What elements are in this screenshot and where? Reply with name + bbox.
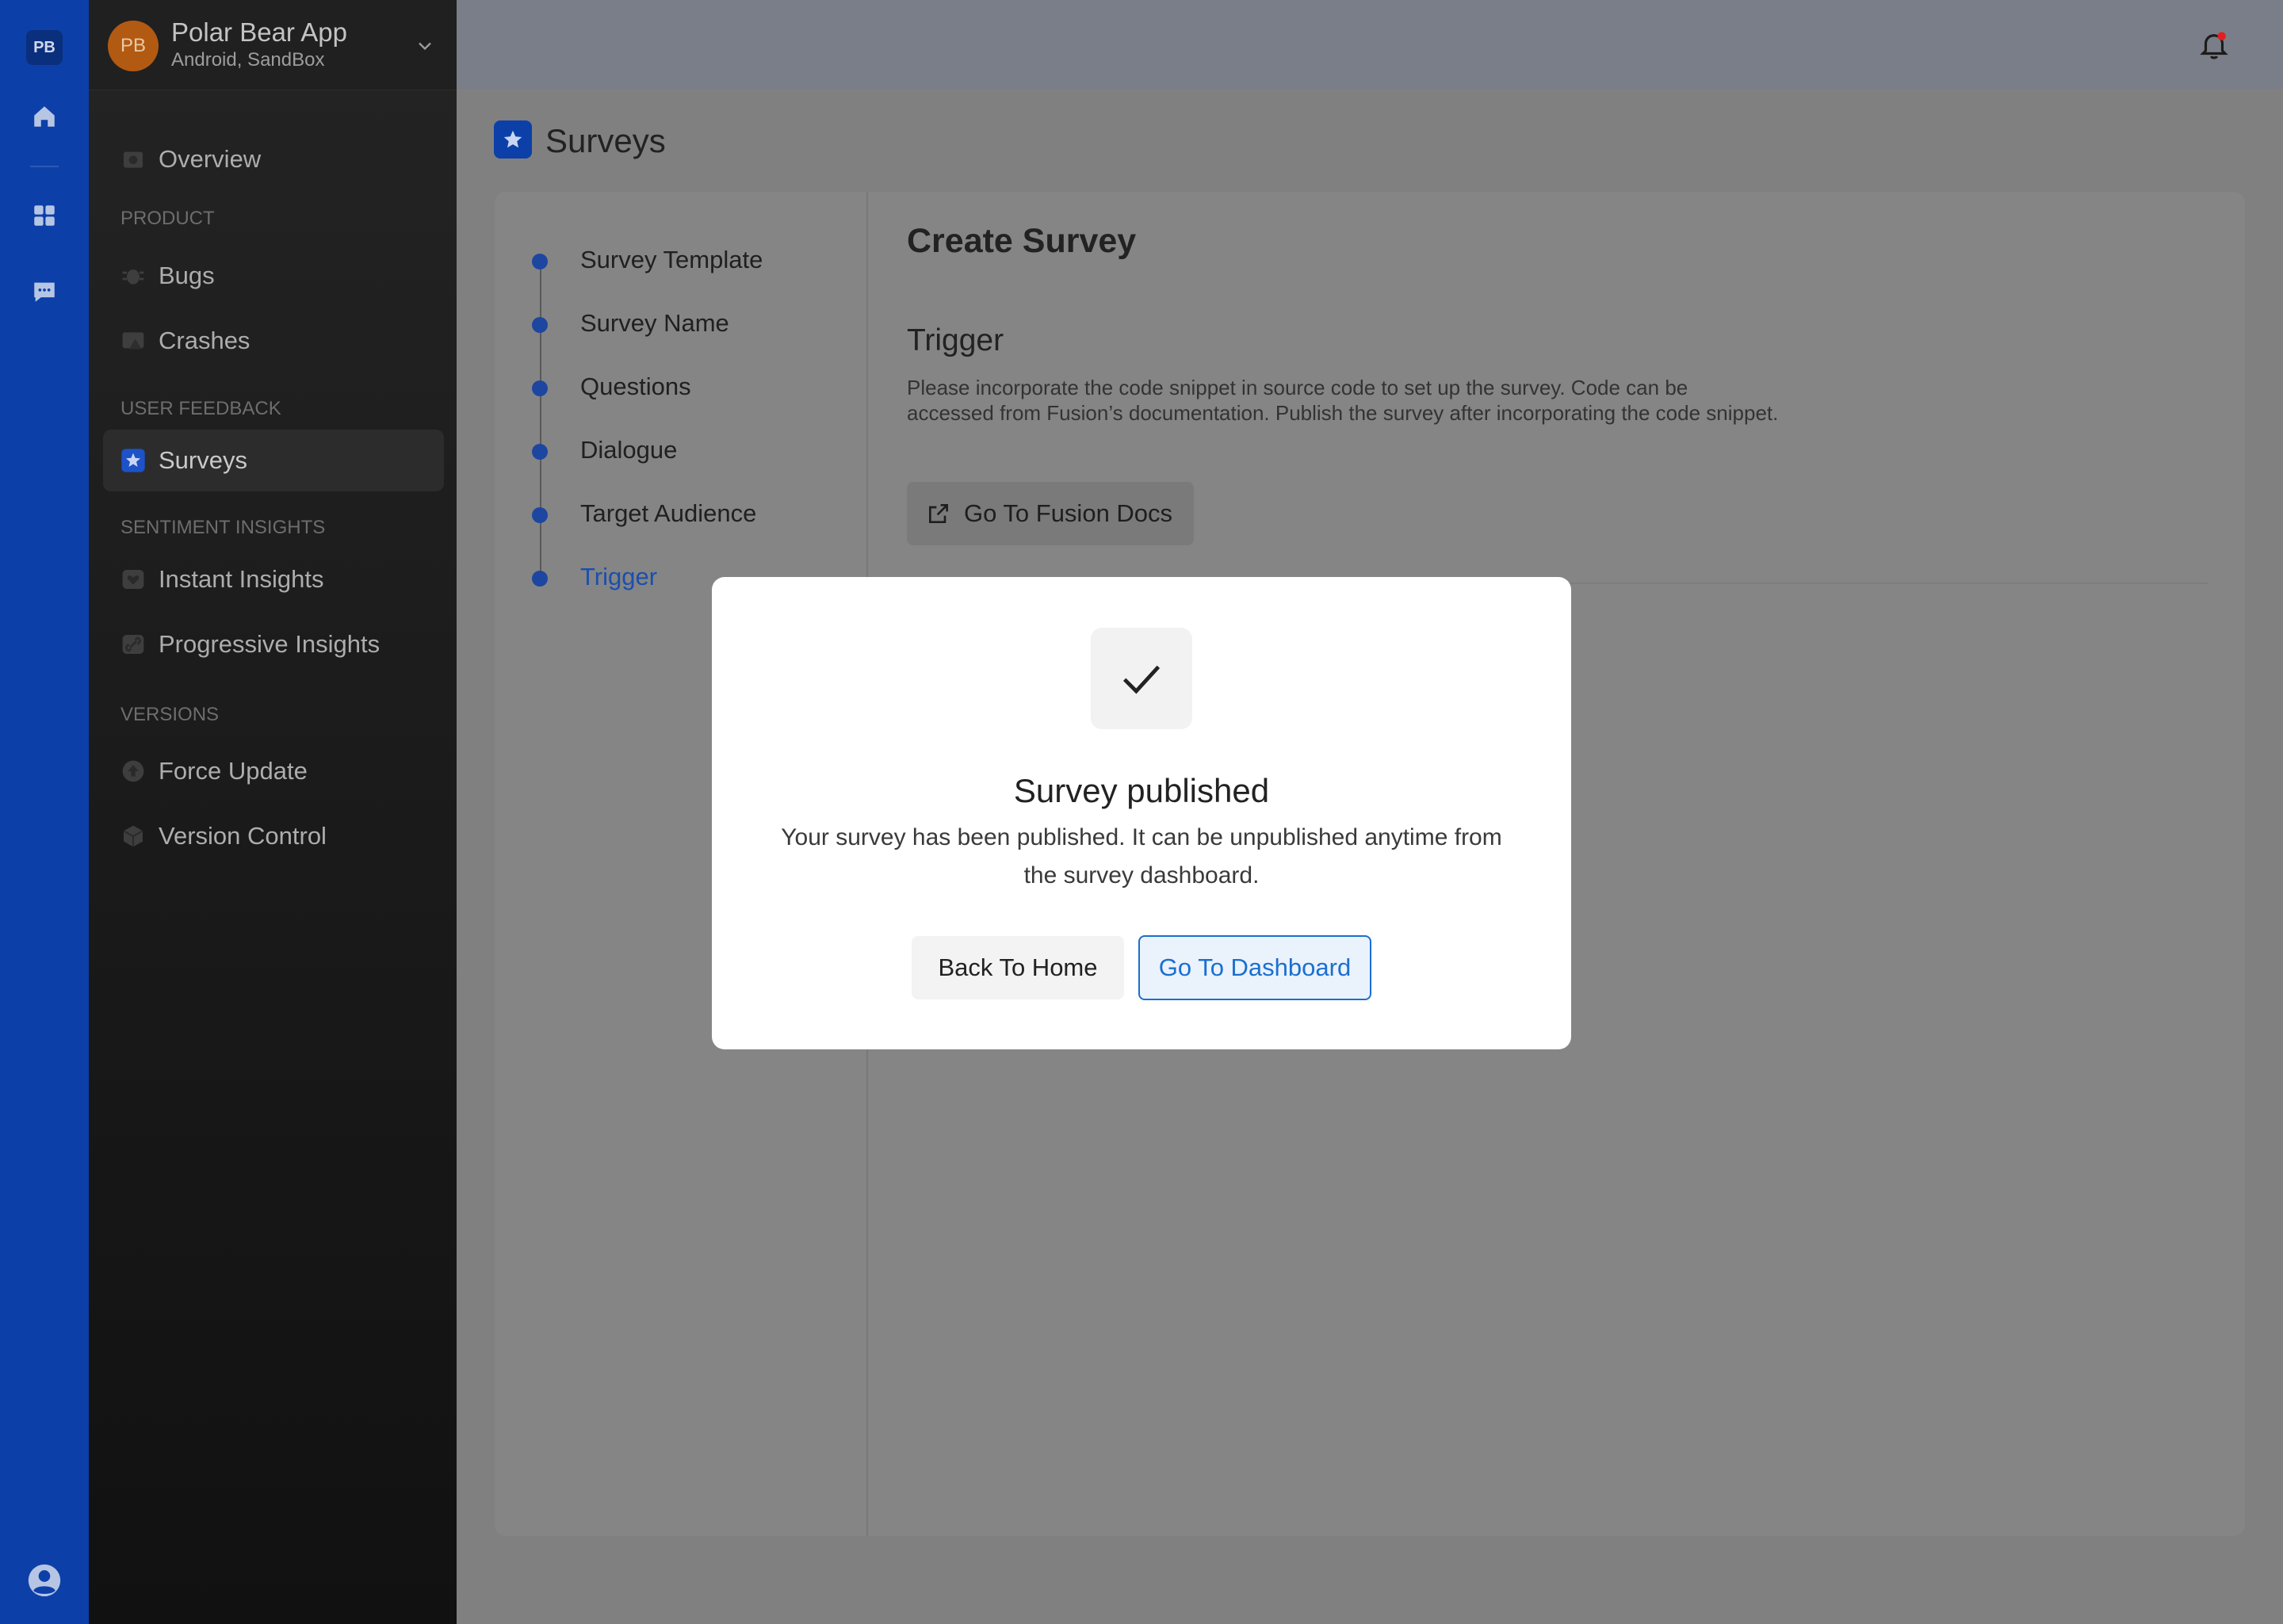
trigger-description: Please incorporate the code snippet in s… [907, 376, 1779, 425]
bug-icon [120, 263, 146, 288]
stepper-line [540, 262, 541, 579]
fusion-docs-button[interactable]: Go To Fusion Docs [907, 482, 1194, 545]
step-dot [532, 380, 548, 396]
step-label: Survey Template [580, 246, 763, 273]
step-label: Survey Name [580, 309, 729, 337]
app-avatar: PB [108, 21, 159, 71]
dialog-title: Survey published [1013, 772, 1270, 809]
sidebar-item-label: Overview [159, 145, 262, 173]
sidebar-item-bugs[interactable]: Bugs [103, 245, 444, 307]
sidebar-item-overview[interactable]: Overview [103, 128, 444, 190]
sidebar-item-label: Surveys [159, 446, 247, 474]
form-heading: Create Survey [907, 222, 1137, 260]
grid-icon[interactable] [27, 198, 62, 233]
sidebar-item-version-control[interactable]: Version Control [103, 805, 444, 867]
star-icon [120, 448, 146, 473]
sidebar-item-label: Crashes [159, 327, 250, 354]
icon-rail: PB [0, 0, 89, 1624]
step-label: Dialogue [580, 436, 678, 464]
section-title: Trigger [907, 323, 1004, 357]
chat-icon[interactable] [27, 274, 62, 309]
app-name: Polar Bear App [171, 17, 347, 47]
go-to-dashboard-button[interactable]: Go To Dashboard [1138, 935, 1371, 1000]
heart-icon [120, 567, 146, 592]
link-icon [120, 632, 146, 657]
step-dot [532, 571, 548, 587]
step-dot [532, 317, 548, 333]
upload-icon [120, 759, 146, 784]
page-title: Surveys [545, 122, 666, 159]
step-dot [532, 444, 548, 460]
surveys-star-icon [494, 120, 532, 159]
sidebar-item-label: Version Control [159, 822, 327, 850]
step-label: Questions [580, 373, 691, 400]
overview-icon [120, 147, 146, 172]
step-label: Target Audience [580, 499, 757, 527]
sidebar-item-label: Bugs [159, 262, 215, 289]
app-switcher[interactable]: PB Polar Bear App Android, SandBox [89, 0, 457, 90]
sidebar: PB Polar Bear App Android, SandBox Overv… [89, 0, 457, 1624]
sidebar-item-progressive-insights[interactable]: Progressive Insights [103, 613, 444, 675]
back-to-home-button[interactable]: Back To Home [912, 936, 1124, 999]
sidebar-item-surveys[interactable]: Surveys [103, 430, 444, 491]
app-platform: Android, SandBox [171, 49, 325, 71]
section-versions: VERSIONS [120, 704, 220, 725]
sidebar-item-crashes[interactable]: Crashes [103, 310, 444, 372]
sidebar-item-label: Instant Insights [159, 565, 324, 593]
top-bar [457, 0, 2283, 89]
external-link-icon [926, 501, 951, 526]
home-icon[interactable] [27, 99, 62, 134]
survey-published-dialog: Survey published Your survey has been pu… [712, 577, 1571, 1049]
section-sentiment-insights: SENTIMENT INSIGHTS [120, 517, 326, 538]
box-icon [120, 823, 146, 849]
dialog-message: Your survey has been published. It can b… [781, 824, 1502, 888]
check-icon [1091, 628, 1192, 729]
fusion-docs-label: Go To Fusion Docs [964, 499, 1173, 527]
step-label: Trigger [580, 563, 658, 590]
sidebar-item-instant-insights[interactable]: Instant Insights [103, 548, 444, 610]
bell-icon[interactable] [2197, 29, 2231, 62]
rail-divider [30, 166, 59, 167]
section-product: PRODUCT [120, 208, 215, 229]
crash-icon [120, 328, 146, 353]
workspace-logo[interactable]: PB [26, 30, 63, 65]
sidebar-item-label: Force Update [159, 757, 308, 785]
user-circle-icon[interactable] [27, 1563, 62, 1598]
section-user-feedback: USER FEEDBACK [120, 398, 281, 419]
sidebar-item-label: Progressive Insights [159, 630, 380, 658]
step-dot [532, 507, 548, 523]
step-dot [532, 254, 548, 269]
chevron-down-icon[interactable] [414, 35, 436, 61]
sidebar-item-force-update[interactable]: Force Update [103, 740, 444, 802]
